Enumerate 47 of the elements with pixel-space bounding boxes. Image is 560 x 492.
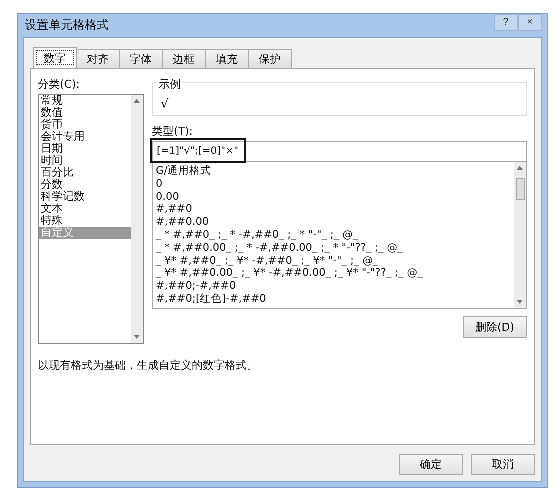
category-item[interactable]: 常规	[39, 95, 131, 107]
category-item[interactable]: 特殊	[39, 215, 131, 227]
tab[interactable]: 字体	[119, 49, 163, 68]
scroll-down-icon[interactable]	[134, 335, 140, 339]
sample-value: √	[161, 97, 169, 111]
category-item[interactable]: 货币	[39, 119, 131, 131]
scroll-up-icon[interactable]	[134, 99, 140, 103]
window-title: 设置单元格格式	[24, 17, 109, 34]
category-item[interactable]: 分数	[39, 179, 131, 191]
tab[interactable]: 边框	[162, 49, 206, 68]
scrollbar[interactable]	[514, 162, 526, 308]
tab[interactable]: 填充	[205, 49, 249, 68]
category-item[interactable]: 数值	[39, 107, 131, 119]
scroll-down-icon[interactable]	[517, 300, 523, 304]
scroll-up-icon[interactable]	[517, 166, 523, 170]
type-field[interactable]: [=1]"√";[=0]"×"	[152, 141, 527, 162]
help-button[interactable]: ?	[494, 14, 518, 31]
tab[interactable]: 数字	[33, 47, 77, 68]
scroll-thumb[interactable]	[516, 178, 524, 200]
format-item[interactable]: _ * #,##0.00_ ;_ * -#,##0.00_ ;_ * "-"??_ ;_ @_	[153, 242, 514, 255]
category-item[interactable]: 会计专用	[39, 131, 131, 143]
category-label: 分类(C):	[38, 77, 81, 92]
format-item[interactable]: _ * #,##0_ ;_ * -#,##0_ ;_ * "-"_ ;_ @_	[153, 228, 514, 242]
sample-label: 示例	[157, 77, 183, 92]
format-item[interactable]: _ ¥* #,##0_ ;_ ¥* -#,##0_ ;_ ¥* "-"_ ;_ @_	[153, 254, 514, 268]
tab[interactable]: 对齐	[76, 49, 120, 68]
format-item[interactable]: #,##0	[153, 203, 514, 216]
delete-button[interactable]: 删除(D)	[463, 316, 527, 338]
description-text: 以现有格式为基础，生成自定义的数字格式。	[38, 358, 259, 373]
format-item[interactable]: _ ¥* #,##0.00_ ;_ ¥* -#,##0.00_ ;_ ¥* "-"??_ ;_ @_	[153, 267, 514, 280]
category-item[interactable]: 百分比	[39, 167, 131, 179]
category-item[interactable]: 科学记数	[39, 191, 131, 203]
ok-button[interactable]: 确定	[399, 454, 463, 475]
format-item[interactable]: #,##0;-#,##0	[153, 280, 514, 293]
format-item[interactable]: 0	[153, 178, 514, 191]
cancel-button[interactable]: 取消	[471, 454, 535, 475]
category-item[interactable]: 文本	[39, 203, 131, 215]
category-item[interactable]: 时间	[39, 155, 131, 167]
scrollbar[interactable]	[131, 95, 143, 343]
format-item[interactable]: #,##0;[红色]-#,##0	[153, 292, 514, 306]
format-item[interactable]: G/通用格式	[153, 165, 514, 178]
tab[interactable]: 保护	[248, 49, 292, 68]
format-item[interactable]: #,##0.00	[153, 216, 514, 229]
close-button[interactable]: ×	[518, 14, 542, 31]
format-item[interactable]: 0.00	[153, 190, 514, 204]
category-item[interactable]: 日期	[39, 143, 131, 155]
type-label: 类型(T):	[152, 124, 194, 139]
